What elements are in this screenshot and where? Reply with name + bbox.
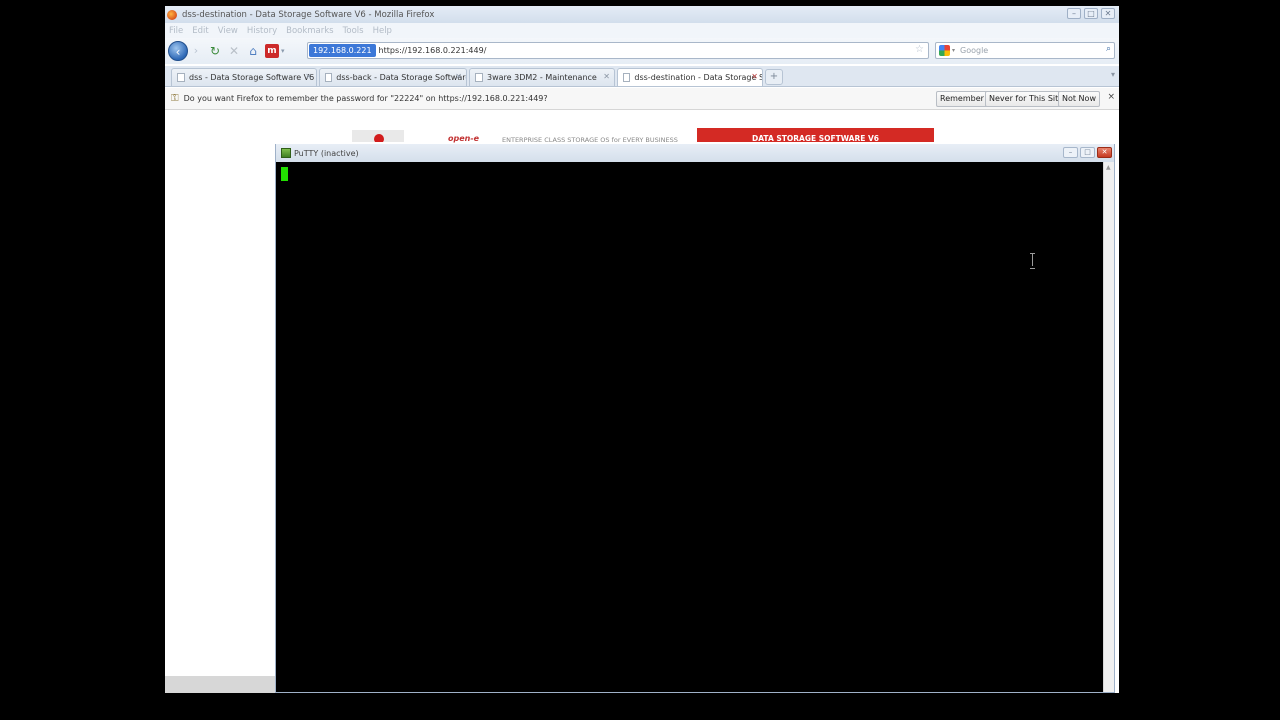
page-icon <box>325 73 333 82</box>
search-bar[interactable]: ▾ Google ⌕ <box>935 42 1115 59</box>
terminal-cursor <box>281 167 288 181</box>
tab-label: dss-back - Data Storage Software V6 <box>336 73 466 82</box>
horizontal-scrollbar[interactable] <box>165 676 275 693</box>
close-icon[interactable]: × <box>1107 92 1115 102</box>
tab-label: 3ware 3DM2 - Maintenance <box>487 73 597 82</box>
forward-button[interactable]: › <box>188 43 204 59</box>
tab-close-icon[interactable]: ✕ <box>305 72 312 81</box>
tab-bar: dss - Data Storage Software V6 ✕ dss-bac… <box>165 66 1119 87</box>
firefox-titlebar[interactable]: dss-destination - Data Storage Software … <box>165 6 1119 23</box>
tab-label: dss-destination - Data Storage So... <box>634 73 762 82</box>
list-all-tabs-icon[interactable]: ▾ <box>1111 70 1115 79</box>
putty-maximize-button[interactable]: □ <box>1080 147 1095 158</box>
url-text[interactable]: https://192.168.0.221:449/ <box>379 46 487 55</box>
scroll-up-icon[interactable]: ▲ <box>1106 164 1111 171</box>
firefox-icon <box>167 9 177 20</box>
notification-text: Do you want Firefox to remember the pass… <box>183 94 548 103</box>
key-icon: ⚿ <box>171 93 179 104</box>
back-button[interactable]: ‹ <box>168 41 188 61</box>
minimize-button[interactable]: – <box>1067 8 1081 19</box>
product-banner: DATA STORAGE SOFTWARE V6 <box>697 128 934 142</box>
tab-close-icon[interactable]: ✕ <box>603 72 610 81</box>
banner-tagline: ENTERPRISE CLASS STORAGE OS for EVERY BU… <box>502 136 678 144</box>
terminal-scrollbar[interactable]: ▲ <box>1103 162 1114 692</box>
page-icon <box>623 73 631 82</box>
putty-title: PuTTY (inactive) <box>294 148 359 158</box>
tab-3ware[interactable]: 3ware 3DM2 - Maintenance ✕ <box>469 68 615 86</box>
putty-window-controls: – □ ✕ <box>1063 147 1112 158</box>
remember-button[interactable]: Remember <box>936 91 988 107</box>
maximize-button[interactable]: □ <box>1084 8 1098 19</box>
menu-help[interactable]: Help <box>373 26 392 36</box>
window-controls: – □ ✕ <box>1067 8 1115 19</box>
tab-dss-destination[interactable]: dss-destination - Data Storage So... ✕ <box>617 68 763 86</box>
text-cursor-icon <box>1029 253 1035 269</box>
tab-close-icon[interactable]: ✕ <box>751 72 758 81</box>
putty-close-button[interactable]: ✕ <box>1097 147 1112 158</box>
menu-view[interactable]: View <box>218 26 238 36</box>
site-identity-button[interactable]: 192.168.0.221 <box>309 44 376 57</box>
page-icon <box>177 73 185 82</box>
tab-label: dss - Data Storage Software V6 <box>189 73 315 82</box>
new-tab-button[interactable]: + <box>765 69 783 85</box>
addon-dropdown-icon[interactable]: ▾ <box>281 47 285 55</box>
putty-titlebar[interactable]: PuTTY (inactive) – □ ✕ <box>276 144 1114 162</box>
password-notification-bar: ⚿ Do you want Firefox to remember the pa… <box>165 88 1119 110</box>
window-title: dss-destination - Data Storage Software … <box>182 9 435 20</box>
page-icon <box>475 73 483 82</box>
home-icon[interactable]: ⌂ <box>245 43 261 59</box>
never-for-this-site-button[interactable]: Never for This Site <box>985 91 1068 107</box>
terminal-area[interactable] <box>276 162 1103 692</box>
open-e-logo <box>352 130 404 142</box>
stop-icon[interactable]: ✕ <box>226 43 242 59</box>
not-now-button[interactable]: Not Now <box>1058 91 1100 107</box>
putty-window: PuTTY (inactive) – □ ✕ ▲ <box>275 144 1115 693</box>
url-bar[interactable]: 192.168.0.221 https://192.168.0.221:449/… <box>307 42 929 59</box>
brand-name: open-e <box>448 134 480 143</box>
menu-history[interactable]: History <box>247 26 277 36</box>
putty-minimize-button[interactable]: – <box>1063 147 1078 158</box>
putty-icon <box>281 148 291 158</box>
tab-dss[interactable]: dss - Data Storage Software V6 ✕ <box>171 68 317 86</box>
google-icon[interactable] <box>939 45 950 56</box>
menu-bookmarks[interactable]: Bookmarks <box>286 26 334 36</box>
reload-icon[interactable]: ↻ <box>207 43 223 59</box>
navigation-toolbar: ‹ › ↻ ✕ ⌂ m ▾ 192.168.0.221 https://192.… <box>165 38 1119 64</box>
search-go-icon[interactable]: ⌕ <box>1106 44 1111 54</box>
tab-dss-back[interactable]: dss-back - Data Storage Software V6 ✕ <box>319 68 467 86</box>
search-input[interactable]: Google <box>960 46 988 55</box>
addon-m-icon[interactable]: m <box>265 44 279 58</box>
menu-bar: File Edit View History Bookmarks Tools H… <box>165 23 1119 38</box>
menu-file[interactable]: File <box>169 26 183 36</box>
close-button[interactable]: ✕ <box>1101 8 1115 19</box>
tab-close-icon[interactable]: ✕ <box>455 72 462 81</box>
menu-tools[interactable]: Tools <box>343 26 364 36</box>
bookmark-star-icon[interactable]: ☆ <box>915 44 924 55</box>
menu-edit[interactable]: Edit <box>192 26 208 36</box>
search-engine-dropdown-icon[interactable]: ▾ <box>952 47 955 54</box>
